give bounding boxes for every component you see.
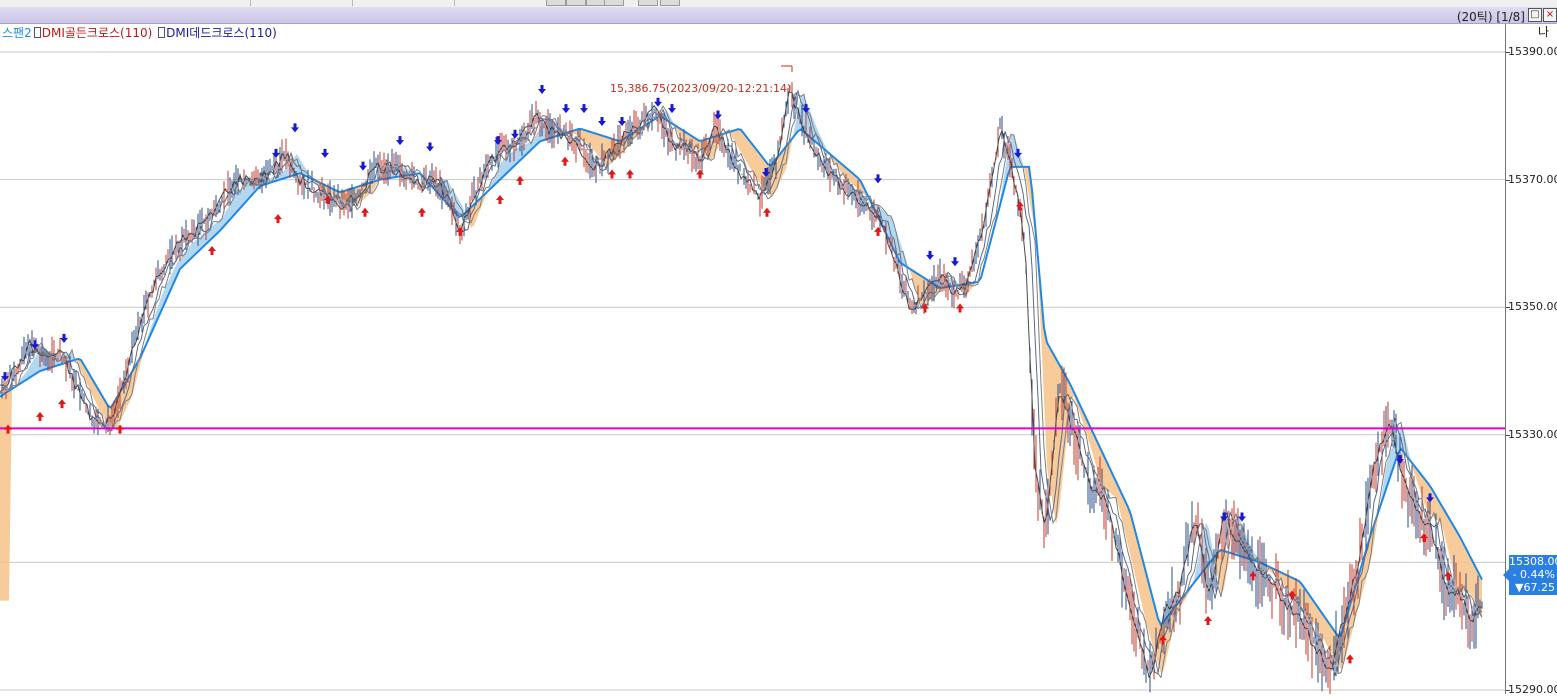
legend-marker-icon [33, 27, 41, 38]
tick-page-info: (20틱) [1/8] [1456, 10, 1525, 24]
golden-cross-arrow-icon [496, 194, 504, 204]
dead-cross-arrow-icon [494, 136, 502, 146]
golden-cross-arrow-icon [516, 175, 524, 185]
span-cloud-segment [6, 390, 9, 601]
dead-cross-arrow-icon [618, 116, 626, 126]
legend-dmi-dead[interactable]: DMI데드크로스(110) [166, 26, 277, 40]
span-cloud-segment [3, 392, 6, 601]
indicator-legend: 스팬2 DMI골든크로스(110) DMI데드크로스(110) [2, 24, 277, 41]
toolbar-button[interactable] [660, 0, 680, 6]
toolbar-button[interactable] [586, 0, 606, 6]
price-change-pct: - 0.44% [1512, 568, 1555, 581]
dead-cross-arrow-icon [598, 116, 606, 126]
golden-cross-arrow-icon [208, 246, 216, 256]
golden-cross-arrow-icon [874, 226, 882, 236]
close-icon[interactable]: × [1543, 8, 1557, 22]
dead-cross-arrow-icon [60, 333, 68, 343]
golden-cross-arrow-icon [696, 169, 704, 179]
golden-cross-arrow-icon [956, 303, 964, 313]
span-cloud-segment [594, 133, 597, 155]
toolbar-button[interactable] [546, 0, 566, 6]
span-cloud-segment [585, 130, 588, 145]
legend-span2[interactable]: 스팬2 [2, 26, 32, 40]
dead-cross-arrow-icon [926, 250, 934, 260]
dead-cross-arrow-icon [714, 110, 722, 120]
dead-cross-arrow-icon [538, 85, 546, 95]
legend-marker-icon [158, 27, 166, 38]
toolbar-field[interactable] [0, 0, 251, 6]
dead-cross-arrow-icon [668, 104, 676, 114]
dead-cross-arrow-icon [580, 104, 588, 114]
chart-titlebar: (20틱) [1/8] □ × [0, 7, 1557, 24]
golden-cross-arrow-icon [608, 169, 616, 179]
span-cloud-segment [597, 133, 600, 158]
chart-area[interactable]: 15,386.75(2023/09/20-12:21:14) [0, 24, 1505, 694]
span-cloud-segment [1449, 518, 1452, 567]
legend-dmi-golden[interactable]: DMI골든크로스(110) [42, 26, 153, 40]
toolbar-field[interactable] [252, 0, 353, 6]
golden-cross-arrow-icon [561, 156, 569, 166]
axis-tick-label: 15390.00 [1508, 45, 1557, 58]
maximize-icon[interactable]: □ [1528, 8, 1542, 22]
span-cloud-segment [591, 132, 594, 151]
dead-cross-arrow-icon [511, 129, 519, 139]
span-cloud-segment [738, 129, 741, 153]
high-price-annotation: 15,386.75(2023/09/20-12:21:14) [610, 82, 792, 95]
golden-cross-arrow-icon [36, 411, 44, 421]
dead-cross-arrow-icon [272, 148, 280, 158]
toolbar-button[interactable] [604, 0, 624, 6]
dead-cross-arrow-icon [396, 136, 404, 146]
span-cloud-segment [0, 394, 3, 601]
golden-cross-arrow-icon [1016, 201, 1024, 211]
golden-cross-arrow-icon [1420, 533, 1428, 543]
golden-cross-arrow-icon [324, 194, 332, 204]
golden-cross-arrow-icon [418, 207, 426, 217]
current-price: 15308.00 [1509, 555, 1557, 568]
axis-unit-label: 나 [1538, 25, 1550, 39]
dead-cross-arrow-icon [291, 123, 299, 133]
current-price-tag: 15308.00 - 0.44% ▼67.25 [1503, 555, 1557, 595]
price-chart[interactable] [0, 24, 1505, 694]
toolbar-button[interactable] [566, 0, 586, 6]
golden-cross-arrow-icon [1346, 654, 1354, 664]
toolbar-button[interactable] [638, 0, 658, 6]
dead-cross-arrow-icon [874, 174, 882, 184]
span-cloud-segment [9, 388, 12, 601]
golden-cross-arrow-icon [58, 399, 66, 409]
golden-cross-arrow-icon [361, 207, 369, 217]
axis-tick-label: 15370.00 [1508, 172, 1557, 186]
price-change: ▼67.25 [1515, 581, 1555, 594]
toolbar-field[interactable] [354, 0, 455, 6]
axis-tick-label: 15350.00 [1508, 300, 1557, 314]
golden-cross-arrow-icon [456, 226, 464, 236]
dead-cross-arrow-icon [426, 142, 434, 152]
golden-cross-arrow-icon [763, 207, 771, 217]
dead-cross-arrow-icon [951, 257, 959, 267]
dead-cross-arrow-icon [562, 104, 570, 114]
span-cloud-segment [1047, 342, 1050, 486]
dead-cross-arrow-icon [321, 148, 329, 158]
golden-cross-arrow-icon [626, 169, 634, 179]
axis-tick-label: 15290.00 [1508, 683, 1557, 696]
dead-cross-arrow-icon [359, 161, 367, 171]
axis-tick-label: 15330.00 [1508, 427, 1557, 441]
span-cloud-segment [1044, 327, 1047, 467]
golden-cross-arrow-icon [274, 214, 282, 224]
span-cloud-segment [1461, 538, 1464, 591]
golden-cross-arrow-icon [1204, 616, 1212, 626]
dead-cross-arrow-icon [654, 97, 662, 107]
